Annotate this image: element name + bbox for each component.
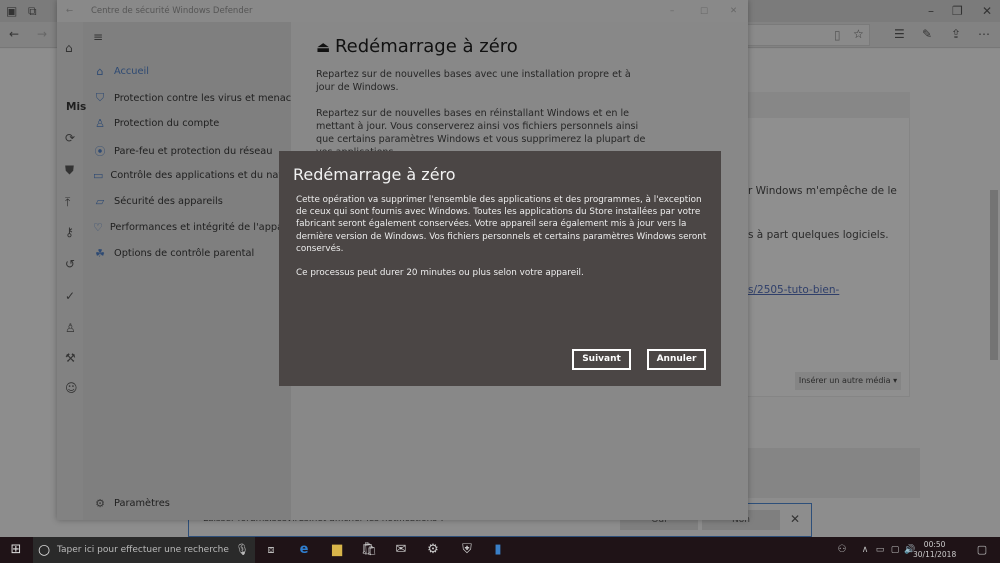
store-icon[interactable]: 🛍 bbox=[357, 537, 381, 563]
intro-text: Repartez sur de nouvelles bases avec une… bbox=[316, 69, 631, 93]
maximize-icon[interactable]: ❐ bbox=[952, 5, 963, 17]
back-icon[interactable]: ← bbox=[9, 28, 19, 40]
mail-icon[interactable]: ✉ bbox=[389, 537, 413, 563]
scrollbar[interactable] bbox=[990, 190, 998, 360]
next-button[interactable]: Suivant bbox=[572, 349, 631, 370]
nav-label: Contrôle des applications et du navigate… bbox=[110, 170, 289, 181]
laptop-icon: ▱ bbox=[95, 195, 105, 208]
minimize-icon[interactable]: – bbox=[928, 5, 934, 17]
forward-icon[interactable]: → bbox=[37, 28, 47, 40]
dialog-body: Cette opération va supprimer l'ensemble … bbox=[296, 194, 711, 279]
page-footer-band bbox=[740, 448, 920, 498]
wireless-icon: ⦿ bbox=[94, 145, 106, 158]
nav-label: Sécurité des appareils bbox=[114, 196, 223, 207]
defender-back-icon[interactable]: ← bbox=[66, 0, 73, 22]
home-icon: ⌂ bbox=[96, 65, 104, 78]
nav-item-device-security[interactable]: ▱ Sécurité des appareils bbox=[93, 195, 223, 208]
history-icon[interactable]: ↺ bbox=[65, 258, 75, 270]
defender-title-bar: ← Centre de sécurité Windows Defender – … bbox=[57, 0, 748, 22]
person-icon[interactable]: ♙ bbox=[65, 322, 76, 334]
hamburger-menu-icon[interactable]: ≡ bbox=[93, 31, 103, 43]
check-icon[interactable]: ✓ bbox=[65, 290, 75, 302]
nav-label: Accueil bbox=[114, 66, 149, 77]
action-center-icon[interactable]: ▢ bbox=[970, 537, 994, 563]
nav-item-device-performance[interactable]: ♡ Performances et intégrité de l'appareil bbox=[93, 221, 289, 234]
reading-view-icon[interactable]: ▯ bbox=[834, 29, 841, 41]
nav-item-home[interactable]: ⌂ Accueil bbox=[93, 65, 149, 78]
post-text-line: s à part quelques logiciels. bbox=[748, 229, 889, 241]
nav-label: Paramètres bbox=[114, 498, 170, 509]
microphone-icon[interactable]: 🎙 bbox=[230, 537, 254, 563]
page-partial-heading: Mis bbox=[66, 101, 87, 113]
nav-item-virus-protection[interactable]: ⛉ Protection contre les virus et menaces bbox=[93, 91, 302, 105]
shield-icon[interactable]: ⛊ bbox=[65, 164, 74, 176]
family-icon: ☘ bbox=[95, 247, 105, 260]
page-title: ⏏ Redémarrage à zéro bbox=[316, 36, 518, 57]
nav-label: Options de contrôle parental bbox=[114, 248, 255, 259]
file-explorer-icon[interactable]: ▆ bbox=[325, 537, 349, 563]
dialog-duration-note: Ce processus peut durer 20 minutes ou pl… bbox=[296, 268, 584, 279]
favorite-star-icon[interactable]: ☆ bbox=[853, 28, 864, 40]
page-title-text: Redémarrage à zéro bbox=[334, 36, 518, 57]
browser-icon: ▭ bbox=[93, 169, 104, 182]
close-icon[interactable]: ✕ bbox=[982, 5, 992, 17]
defender-minimize-icon[interactable]: – bbox=[670, 0, 674, 22]
share-icon[interactable]: ⇪ bbox=[951, 28, 961, 40]
clock-time: 00:50 bbox=[923, 540, 946, 549]
cortana-icon: ○ bbox=[38, 542, 51, 558]
post-text-line: r Windows m'empêche de le bbox=[748, 185, 897, 197]
gear-icon: ⚙ bbox=[95, 497, 105, 510]
task-view-icon[interactable]: ⧈ bbox=[259, 537, 283, 563]
post-link[interactable]: s/2505-tuto-bien- bbox=[748, 284, 839, 296]
people-icon[interactable]: ☺ bbox=[65, 382, 78, 394]
defender-shield-icon[interactable]: ⛨ bbox=[455, 537, 479, 563]
tab-preview-icon[interactable]: ⧉ bbox=[28, 5, 37, 17]
cancel-button[interactable]: Annuler bbox=[647, 349, 706, 370]
app-icon[interactable]: ▮ bbox=[486, 537, 510, 563]
nav-item-account-protection[interactable]: ♙ Protection du compte bbox=[93, 117, 219, 130]
defender-close-icon[interactable]: ✕ bbox=[730, 0, 737, 22]
nav-label: Pare-feu et protection du réseau bbox=[114, 145, 273, 157]
defender-window-title: Centre de sécurité Windows Defender bbox=[91, 6, 253, 16]
settings-icon-strip: ⌂ ⟳ ⛊ ⤒ ⚷ ↺ ✓ ♙ ⚒ ☺ bbox=[57, 22, 83, 520]
forum-post-header bbox=[740, 92, 910, 118]
defender-nav: ≡ ⌂ Accueil ⛉ Protection contre les virus … bbox=[83, 22, 302, 520]
clock[interactable]: 00:50 30/11/2018 bbox=[913, 540, 956, 560]
fresh-start-icon: ⏏ bbox=[316, 38, 335, 56]
insert-media-button[interactable]: Insérer un autre média ▾ bbox=[795, 372, 901, 390]
sync-icon[interactable]: ⟳ bbox=[65, 132, 75, 144]
search-placeholder: Taper ici pour effectuer une recherche bbox=[57, 545, 229, 555]
taskbar-search[interactable]: ○ Taper ici pour effectuer une recherche bbox=[33, 537, 255, 563]
key-icon[interactable]: ⚷ bbox=[65, 226, 74, 238]
favorites-hub-icon[interactable]: ☰ bbox=[894, 28, 905, 40]
nav-label: Protection du compte bbox=[114, 118, 220, 129]
dialog-warning-text: Cette opération va supprimer l'ensemble … bbox=[296, 195, 707, 254]
home-icon[interactable]: ⌂ bbox=[65, 42, 73, 54]
tools-icon[interactable]: ⚒ bbox=[65, 352, 76, 364]
upload-icon[interactable]: ⤒ bbox=[65, 196, 70, 208]
pen-icon[interactable]: ✎ bbox=[922, 28, 932, 40]
address-bar[interactable] bbox=[740, 24, 870, 46]
clock-date: 30/11/2018 bbox=[913, 550, 957, 559]
nav-item-family-options[interactable]: ☘ Options de contrôle parental bbox=[93, 247, 254, 260]
more-icon[interactable]: ⋯ bbox=[978, 28, 990, 40]
tabs-icon[interactable]: ▣ bbox=[6, 5, 17, 17]
nav-label: Protection contre les virus et menaces bbox=[114, 92, 303, 104]
dialog-title: Redémarrage à zéro bbox=[293, 165, 456, 184]
defender-maximize-icon[interactable]: □ bbox=[700, 0, 708, 22]
description-text: Repartez sur de nouvelles bases en réins… bbox=[316, 108, 646, 153]
person-icon: ♙ bbox=[95, 117, 105, 130]
start-icon[interactable]: ⊞ bbox=[4, 537, 28, 563]
nav-item-firewall[interactable]: ⦿ Pare-feu et protection du réseau bbox=[93, 143, 273, 159]
nav-item-app-browser-control[interactable]: ▭ Contrôle des applications et du navigat… bbox=[93, 169, 289, 182]
nav-label: Performances et intégrité de l'appareil bbox=[109, 222, 289, 233]
heart-icon: ♡ bbox=[93, 221, 103, 234]
settings-icon[interactable]: ⚙ bbox=[421, 537, 445, 563]
people-icon[interactable]: ⚇ bbox=[830, 537, 854, 563]
shield-icon: ⛉ bbox=[95, 91, 105, 104]
edge-icon[interactable]: e bbox=[292, 537, 316, 563]
nav-item-settings[interactable]: ⚙ Paramètres bbox=[93, 497, 170, 510]
notification-close-icon[interactable]: ✕ bbox=[790, 513, 800, 525]
forum-post bbox=[740, 92, 910, 397]
